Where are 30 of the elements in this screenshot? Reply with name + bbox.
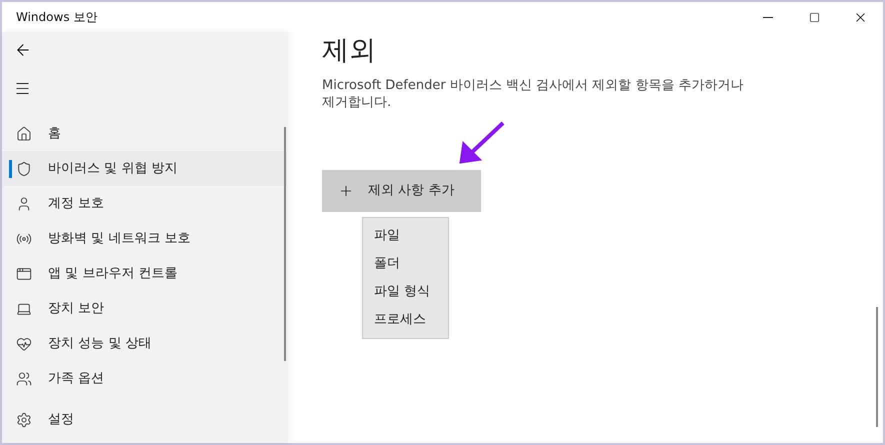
arrow-annotation: [459, 120, 507, 165]
page-description: Microsoft Defender 바이러스 백신 검사에서 제외할 항목을 추가하거나 제거합니다.: [322, 77, 745, 111]
browser-window-icon: [16, 266, 32, 282]
add-exclusion-button[interactable]: 제외 사항 추가: [322, 170, 481, 212]
home-icon: [16, 126, 32, 142]
window-title: Windows 보안: [16, 9, 98, 26]
sidebar-item[interactable]: 방화벽 및 네트워크 보호: [2, 221, 287, 256]
sidebar-item[interactable]: 가족 옵션: [2, 361, 287, 396]
menu-item[interactable]: 파일: [363, 222, 448, 250]
sidebar-item[interactable]: 설정: [2, 402, 287, 437]
sidebar-item[interactable]: 앱 및 브라우저 컨트롤: [2, 256, 287, 291]
plus-icon: [338, 183, 354, 199]
family-icon: [16, 370, 32, 386]
minimize-icon: [763, 16, 773, 18]
heart-pulse-icon: [16, 336, 32, 352]
page-heading: 제외: [322, 34, 377, 68]
sidebar-item[interactable]: 계정 보호: [2, 186, 287, 221]
maximize-icon: [808, 12, 820, 22]
selection-indicator: [9, 160, 12, 178]
menu-icon: [14, 80, 31, 97]
sidebar-item[interactable]: 장치 성능 및 상태: [2, 326, 287, 361]
sidebar-item[interactable]: 바이러스 및 위협 방지: [2, 151, 287, 186]
sidebar-item[interactable]: 홈: [2, 116, 287, 151]
shield-icon: [16, 160, 32, 176]
menu-item[interactable]: 프로세스: [363, 306, 448, 334]
sidebar-item[interactable]: 장치 보안: [2, 291, 287, 326]
settings-icon: [16, 412, 32, 428]
menu-item[interactable]: 파일 형식: [363, 278, 448, 306]
menu-item[interactable]: 폴더: [363, 250, 448, 278]
person-icon: [16, 196, 32, 212]
